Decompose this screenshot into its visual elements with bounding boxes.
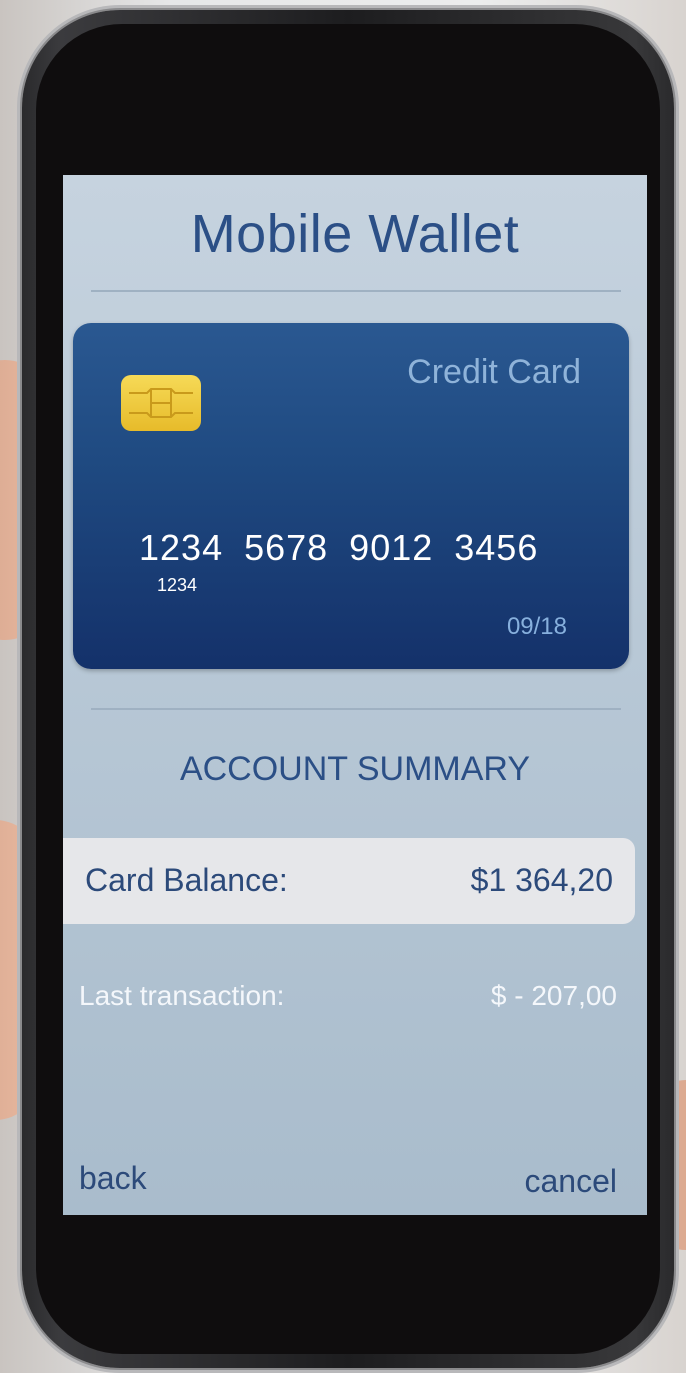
- wallet-screen: Mobile Wallet Credit Card 1234 5678 9012…: [63, 175, 647, 1215]
- card-sub-number: 1234: [157, 575, 198, 595]
- title-divider: [91, 290, 621, 292]
- last-transaction-label: Last transaction:: [79, 980, 285, 1011]
- credit-card[interactable]: Credit Card 1234 5678 9012 3456 1234 09/…: [73, 323, 629, 669]
- card-balance-value: $1 364,20: [470, 862, 613, 898]
- photo-scene: Mobile Wallet Credit Card 1234 5678 9012…: [0, 0, 686, 1373]
- last-transaction-value: $ - 207,00: [490, 980, 617, 1011]
- card-balance-label: Card Balance:: [85, 862, 288, 898]
- card-chip-icon: [121, 375, 201, 431]
- card-balance-row: Card Balance: $1 364,20: [63, 838, 635, 924]
- card-expiry: 09/18: [506, 613, 567, 640]
- card-type-label: Credit Card: [407, 353, 581, 391]
- back-button[interactable]: back: [79, 1160, 147, 1197]
- card-number: 1234 5678 9012 3456: [139, 527, 539, 568]
- account-summary-title: ACCOUNT SUMMARY: [179, 750, 531, 788]
- card-divider: [91, 708, 621, 710]
- page-title: Mobile Wallet: [190, 204, 520, 264]
- cancel-button[interactable]: cancel: [525, 1163, 618, 1200]
